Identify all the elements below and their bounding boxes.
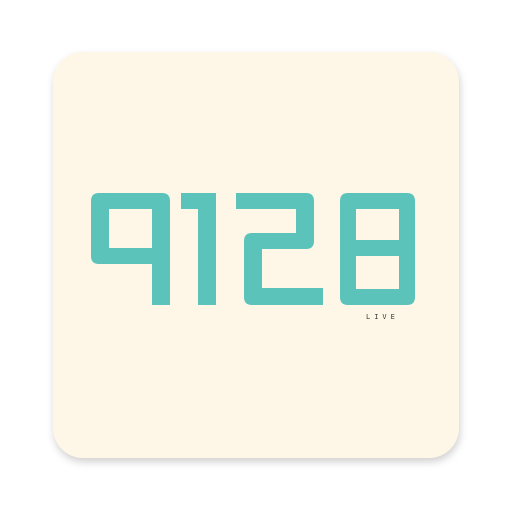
logo-digits <box>91 193 415 305</box>
digit-8 <box>340 193 415 305</box>
live-label: LIVE <box>366 313 399 321</box>
digit-1 <box>181 193 216 305</box>
digit-2 <box>236 193 323 305</box>
digit-9 <box>91 193 170 305</box>
logo-9128 <box>91 193 415 305</box>
app-icon-stage: LIVE <box>0 0 512 512</box>
